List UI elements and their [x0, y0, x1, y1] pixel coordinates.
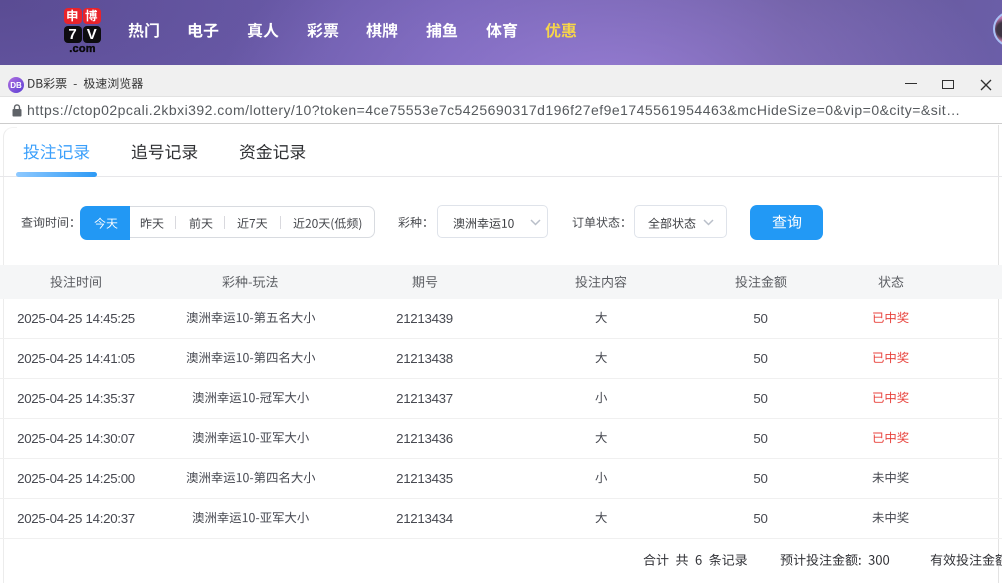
- svg-text:DB: DB: [10, 81, 22, 90]
